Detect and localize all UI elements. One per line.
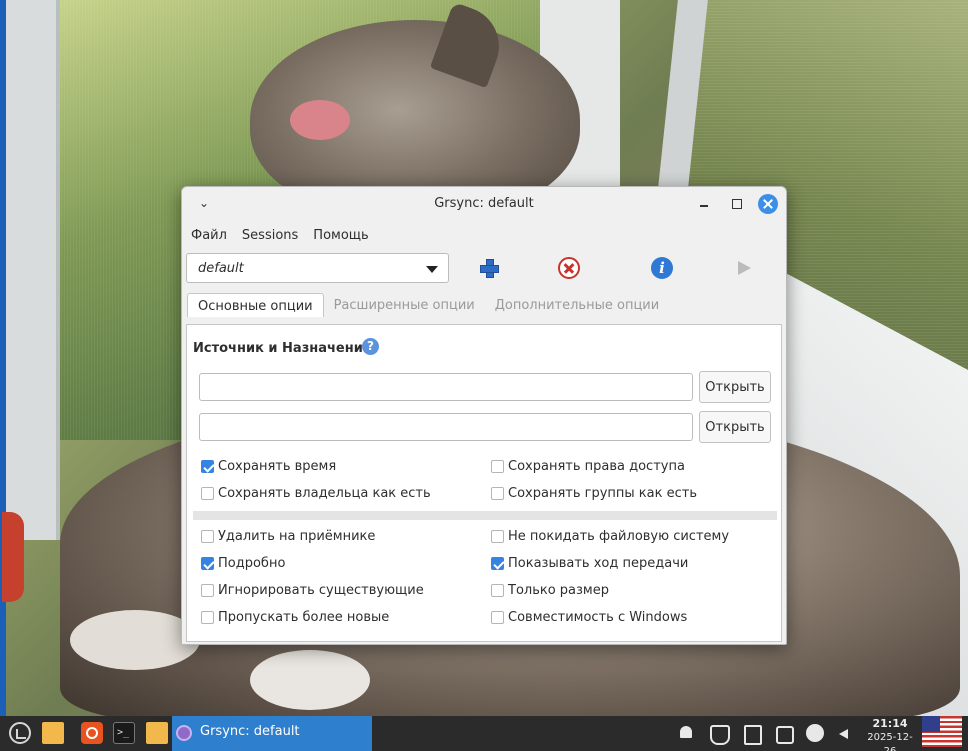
menu-file[interactable]: Файл	[191, 228, 227, 243]
help-icon[interactable]: ?	[362, 338, 379, 355]
checkbox[interactable]	[201, 584, 214, 597]
power-icon[interactable]	[805, 723, 825, 743]
checkbox[interactable]	[201, 530, 214, 543]
tab-basic-options[interactable]: Основные опции	[187, 293, 324, 317]
options-tabs: Основные опции Расширенные опции Дополни…	[187, 293, 786, 317]
run-icon[interactable]	[734, 257, 756, 279]
files-launcher-icon[interactable]	[42, 722, 64, 744]
option-skip-newer[interactable]: Пропускать более новые	[201, 610, 389, 625]
option-label: Удалить на приёмнике	[218, 529, 376, 544]
checkbox[interactable]	[491, 487, 504, 500]
add-session-icon[interactable]	[478, 257, 500, 279]
menu-bar: Файл Sessions Помощь	[182, 221, 786, 249]
option-preserve-permissions[interactable]: Сохранять права доступа	[491, 459, 685, 474]
browser-launcher-icon[interactable]	[81, 722, 103, 744]
option-label: Сохранять время	[218, 459, 337, 474]
delete-session-icon[interactable]	[558, 257, 580, 279]
checkbox[interactable]	[201, 487, 214, 500]
basic-options-panel: Источник и Назначение: ? Открыть Открыть…	[186, 324, 782, 642]
toolbar: default i	[182, 249, 786, 293]
clock-date: 2025-12-26	[867, 732, 913, 751]
checkbox[interactable]	[491, 557, 504, 570]
destination-path-input[interactable]	[199, 413, 693, 441]
option-label: Сохранять группы как есть	[508, 486, 697, 501]
background-window-edge	[0, 0, 6, 716]
option-one-filesystem[interactable]: Не покидать файловую систему	[491, 529, 729, 544]
clock-time: 21:14	[872, 717, 908, 730]
close-button[interactable]	[758, 194, 778, 214]
info-icon[interactable]: i	[651, 257, 673, 279]
option-show-progress[interactable]: Показывать ход передачи	[491, 556, 688, 571]
option-verbose[interactable]: Подробно	[201, 556, 285, 571]
window-switcher-icon[interactable]	[773, 723, 794, 744]
option-ignore-existing[interactable]: Игнорировать существующие	[201, 583, 424, 598]
source-path-input[interactable]	[199, 373, 693, 401]
title-bar[interactable]: ⌄ Grsync: default	[182, 187, 786, 221]
checkbox[interactable]	[201, 460, 214, 473]
keyboard-layout-flag-icon[interactable]	[922, 716, 962, 747]
option-size-only[interactable]: Только размер	[491, 583, 609, 598]
option-preserve-time[interactable]: Сохранять время	[201, 459, 336, 474]
wallpaper-cat-tongue	[290, 100, 350, 140]
tab-extra-options[interactable]: Дополнительные опции	[485, 293, 669, 317]
destination-open-button[interactable]: Открыть	[699, 411, 771, 443]
wallpaper-cat-paw	[250, 650, 370, 710]
taskbar-item-grsync[interactable]: Grsync: default	[172, 716, 372, 751]
option-windows-compatibility[interactable]: Совместимость с Windows	[491, 610, 687, 625]
option-label: Пропускать более новые	[218, 610, 390, 625]
option-delete-on-destination[interactable]: Удалить на приёмнике	[201, 529, 375, 544]
notifications-bell-icon[interactable]	[676, 723, 696, 743]
update-shield-icon[interactable]	[708, 723, 730, 745]
option-preserve-group[interactable]: Сохранять группы как есть	[491, 486, 697, 501]
clipboard-icon[interactable]	[741, 723, 762, 745]
taskbar-item-label: Grsync: default	[200, 724, 300, 739]
grsync-window: ⌄ Grsync: default Файл Sessions Помощь d…	[181, 186, 787, 645]
option-preserve-owner[interactable]: Сохранять владельца как есть	[201, 486, 431, 501]
options-separator	[193, 511, 777, 520]
option-label: Сохранять права доступа	[508, 459, 685, 474]
checkbox[interactable]	[201, 557, 214, 570]
session-select-value: default	[198, 261, 244, 276]
checkbox[interactable]	[201, 611, 214, 624]
option-label: Совместимость с Windows	[508, 610, 688, 625]
checkbox[interactable]	[491, 460, 504, 473]
terminal-launcher-icon[interactable]: >_	[113, 722, 135, 744]
grsync-app-icon	[176, 725, 192, 741]
session-select[interactable]: default	[186, 253, 449, 283]
menu-sessions[interactable]: Sessions	[242, 228, 298, 243]
wallpaper-window-frame	[0, 0, 60, 540]
menu-help[interactable]: Помощь	[313, 228, 368, 243]
start-menu-icon[interactable]	[9, 722, 31, 744]
folder-launcher-icon[interactable]	[146, 722, 168, 744]
checkbox[interactable]	[491, 611, 504, 624]
taskbar: >_ Grsync: default 21:14 2025-12-26	[0, 716, 968, 751]
option-label: Только размер	[508, 583, 609, 598]
minimize-button[interactable]	[694, 194, 714, 214]
tab-advanced-options[interactable]: Расширенные опции	[324, 293, 485, 317]
dropdown-arrow-icon	[426, 266, 438, 273]
section-title: Источник и Назначение:	[193, 341, 377, 356]
source-open-button[interactable]: Открыть	[699, 371, 771, 403]
volume-icon[interactable]	[836, 723, 856, 743]
maximize-button[interactable]	[727, 194, 747, 214]
option-label: Подробно	[218, 556, 286, 571]
option-label: Сохранять владельца как есть	[218, 486, 431, 501]
checkbox[interactable]	[491, 584, 504, 597]
clock[interactable]: 21:14 2025-12-26	[862, 717, 918, 751]
option-label: Игнорировать существующие	[218, 583, 424, 598]
option-label: Показывать ход передачи	[508, 556, 689, 571]
option-label: Не покидать файловую систему	[508, 529, 730, 544]
checkbox[interactable]	[491, 530, 504, 543]
background-object	[2, 512, 24, 602]
